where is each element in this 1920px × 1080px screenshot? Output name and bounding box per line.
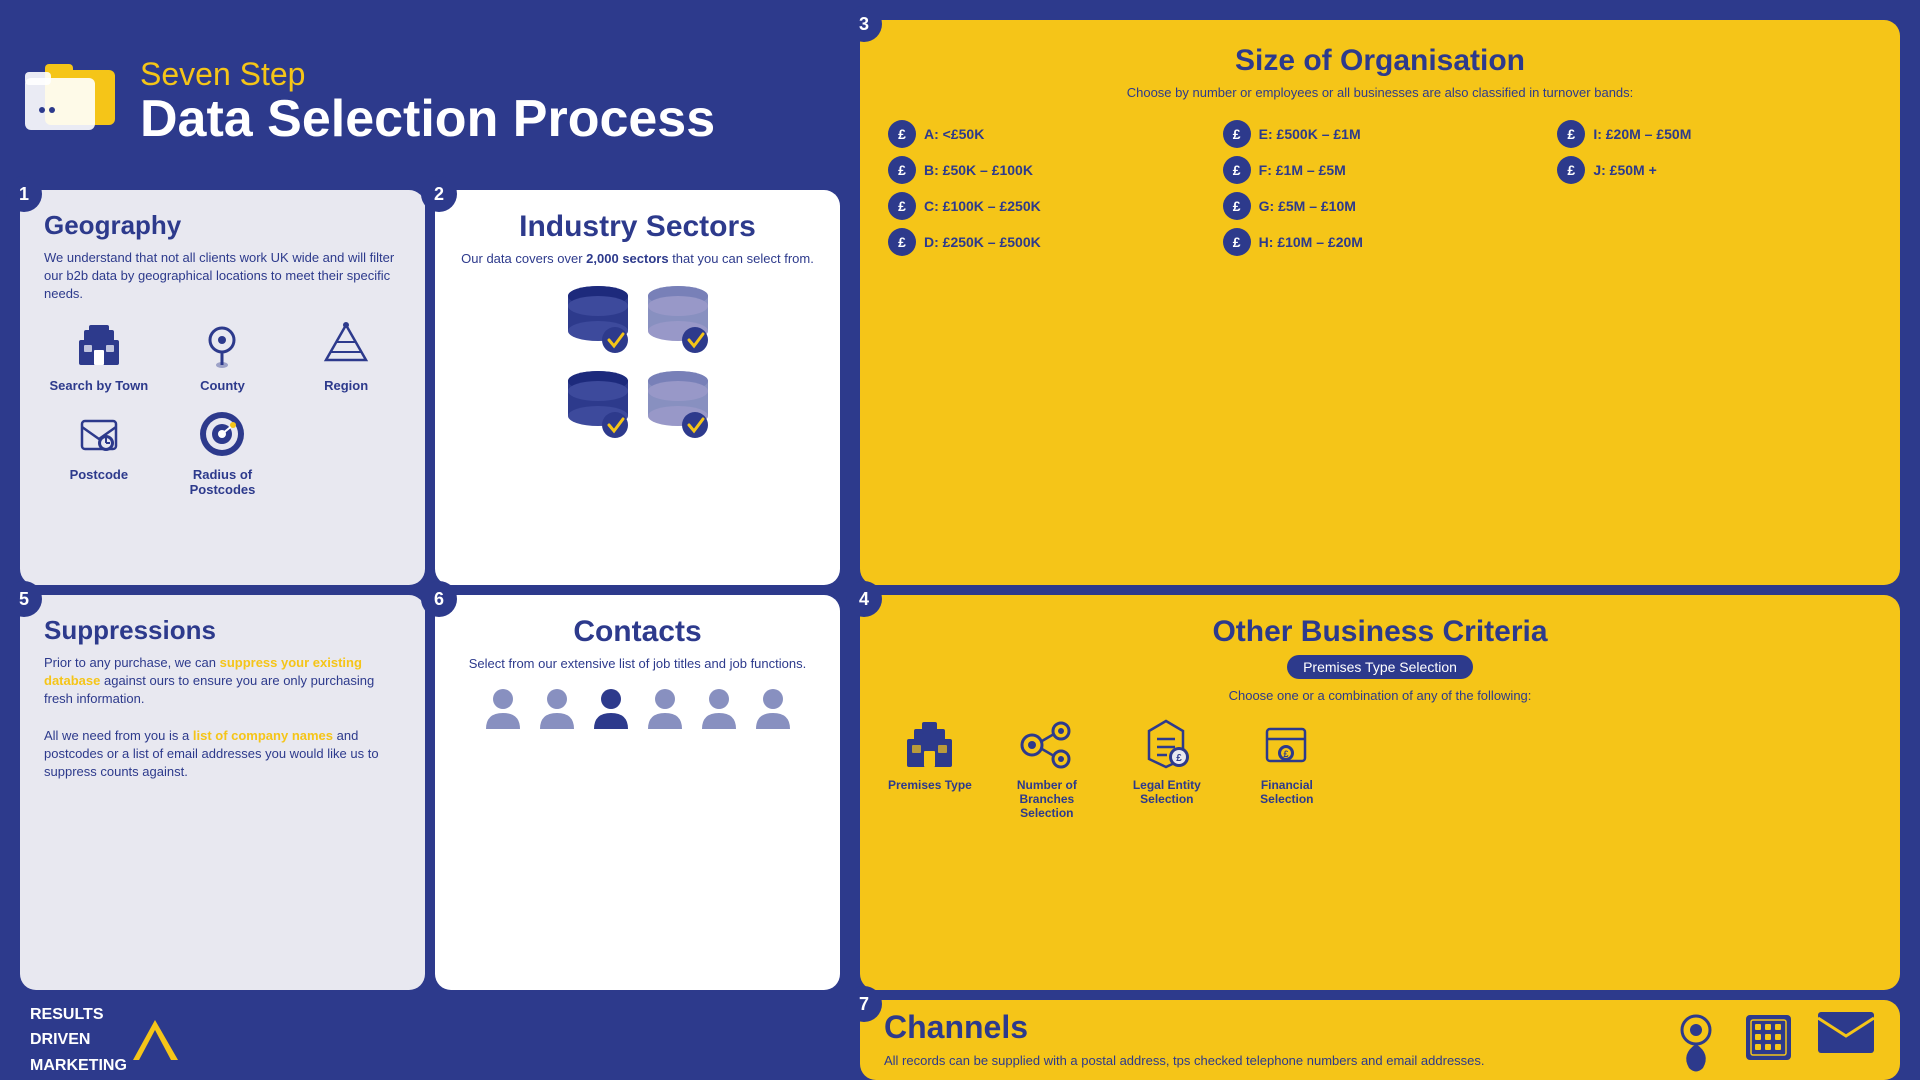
- step7-box: 7 Channels All records can be supplied w…: [860, 1000, 1900, 1080]
- step4-badge: 4: [846, 581, 882, 617]
- step1-box: 1 Geography We understand that not all c…: [20, 190, 425, 585]
- size-item-j: £ J: £50M +: [1557, 156, 1872, 184]
- geo-icon-radius: Radius of Postcodes: [168, 407, 278, 497]
- criteria-legal-label: Legal Entity Selection: [1122, 778, 1212, 806]
- step6-badge: 6: [421, 581, 457, 617]
- size-item-i: £ I: £20M – £50M: [1557, 120, 1872, 148]
- step1-title: Geography: [44, 210, 401, 241]
- header-title: Data Selection Process: [140, 93, 715, 145]
- size-item-h: £ H: £10M – £20M: [1223, 228, 1538, 256]
- step4-title: Other Business Criteria: [888, 615, 1872, 649]
- size-item-a: £ A: <£50K: [888, 120, 1203, 148]
- step3-body: Choose by number or employees or all bus…: [888, 84, 1872, 102]
- criteria-branches: Number of Branches Selection: [1002, 717, 1092, 820]
- geo-label-region: Region: [324, 378, 368, 393]
- criteria-icons: Premises Type Number of Branches Selecti…: [888, 717, 1872, 820]
- step1-step2-row: 1 Geography We understand that not all c…: [20, 190, 840, 585]
- step3-badge: 3: [846, 6, 882, 42]
- step5-step6-row: 5 Suppressions Prior to any purchase, we…: [20, 595, 840, 990]
- step5-body1: Prior to any purchase, we can suppress y…: [44, 654, 401, 709]
- svg-text:£: £: [1284, 749, 1289, 759]
- geo-label-postcode: Postcode: [70, 467, 129, 482]
- step1-body: We understand that not all clients work …: [44, 249, 401, 304]
- step5-title: Suppressions: [44, 615, 401, 646]
- header-subtitle: Seven Step: [140, 56, 715, 93]
- size-item-b: £ B: £50K – £100K: [888, 156, 1203, 184]
- step5-box: 5 Suppressions Prior to any purchase, we…: [20, 595, 425, 990]
- step2-box: 2 Industry Sectors Our data covers over …: [435, 190, 840, 585]
- step4-box: 4 Other Business Criteria Premises Type …: [860, 595, 1900, 990]
- step6-box: 6 Contacts Select from our extensive lis…: [435, 595, 840, 990]
- size-grid: £ A: <£50K £ E: £500K – £1M £ I: £20M – …: [888, 120, 1872, 256]
- size-item-c: £ C: £100K – £250K: [888, 192, 1203, 220]
- header: Seven Step Data Selection Process: [20, 20, 840, 180]
- step2-badge: 2: [421, 176, 457, 212]
- criteria-financial-label: Financial Selection: [1242, 778, 1332, 806]
- geo-icon-region: Region: [291, 318, 401, 393]
- criteria-premises-label: Premises Type: [888, 778, 972, 792]
- geo-icons-grid: Search by Town County: [44, 318, 401, 497]
- step6-body: Select from our extensive list of job ti…: [469, 655, 806, 673]
- step2-title: Industry Sectors: [519, 210, 756, 244]
- step7-title: Channels: [884, 1009, 1641, 1046]
- channel-icons: [1671, 1010, 1876, 1070]
- step7-body: All records can be supplied with a posta…: [884, 1052, 1641, 1070]
- step3-box: 3 Size of Organisation Choose by number …: [860, 20, 1900, 585]
- step2-body: Our data covers over 2,000 sectors that …: [461, 250, 814, 268]
- db-icons: [563, 278, 713, 438]
- criteria-branches-label: Number of Branches Selection: [1002, 778, 1092, 820]
- geo-icon-town: Search by Town: [44, 318, 154, 393]
- size-item-g: £ G: £5M – £10M: [1223, 192, 1538, 220]
- criteria-premises: Premises Type: [888, 717, 972, 792]
- step1-badge: 1: [6, 176, 42, 212]
- criteria-legal: £ Legal Entity Selection: [1122, 717, 1212, 806]
- geo-label-county: County: [200, 378, 245, 393]
- geo-icon-postcode: Postcode: [44, 407, 154, 497]
- svg-text:£: £: [1177, 753, 1183, 764]
- contact-icons: [484, 685, 792, 733]
- size-item-f: £ F: £1M – £5M: [1223, 156, 1538, 184]
- header-icon: [20, 50, 120, 150]
- criteria-financial: £ Financial Selection: [1242, 717, 1332, 806]
- premises-badge: Premises Type Selection: [1287, 655, 1473, 679]
- size-item-e: £ E: £500K – £1M: [1223, 120, 1538, 148]
- header-text: Seven Step Data Selection Process: [140, 56, 715, 145]
- step5-badge: 5: [6, 581, 42, 617]
- brand-text: RESULTS DRIVEN MARKETING: [30, 1002, 127, 1079]
- step7-badge: 7: [846, 986, 882, 1022]
- step3-title: Size of Organisation: [888, 44, 1872, 78]
- geo-label-town: Search by Town: [49, 378, 148, 393]
- step6-title: Contacts: [573, 615, 701, 649]
- geo-icon-county: County: [168, 318, 278, 393]
- step5-body2: All we need from you is a list of compan…: [44, 727, 401, 782]
- geo-label-radius: Radius of Postcodes: [168, 467, 278, 497]
- step4-body: Choose one or a combination of any of th…: [888, 687, 1872, 705]
- brand-logo: RESULTS DRIVEN MARKETING: [30, 1002, 178, 1079]
- size-item-d: £ D: £250K – £500K: [888, 228, 1203, 256]
